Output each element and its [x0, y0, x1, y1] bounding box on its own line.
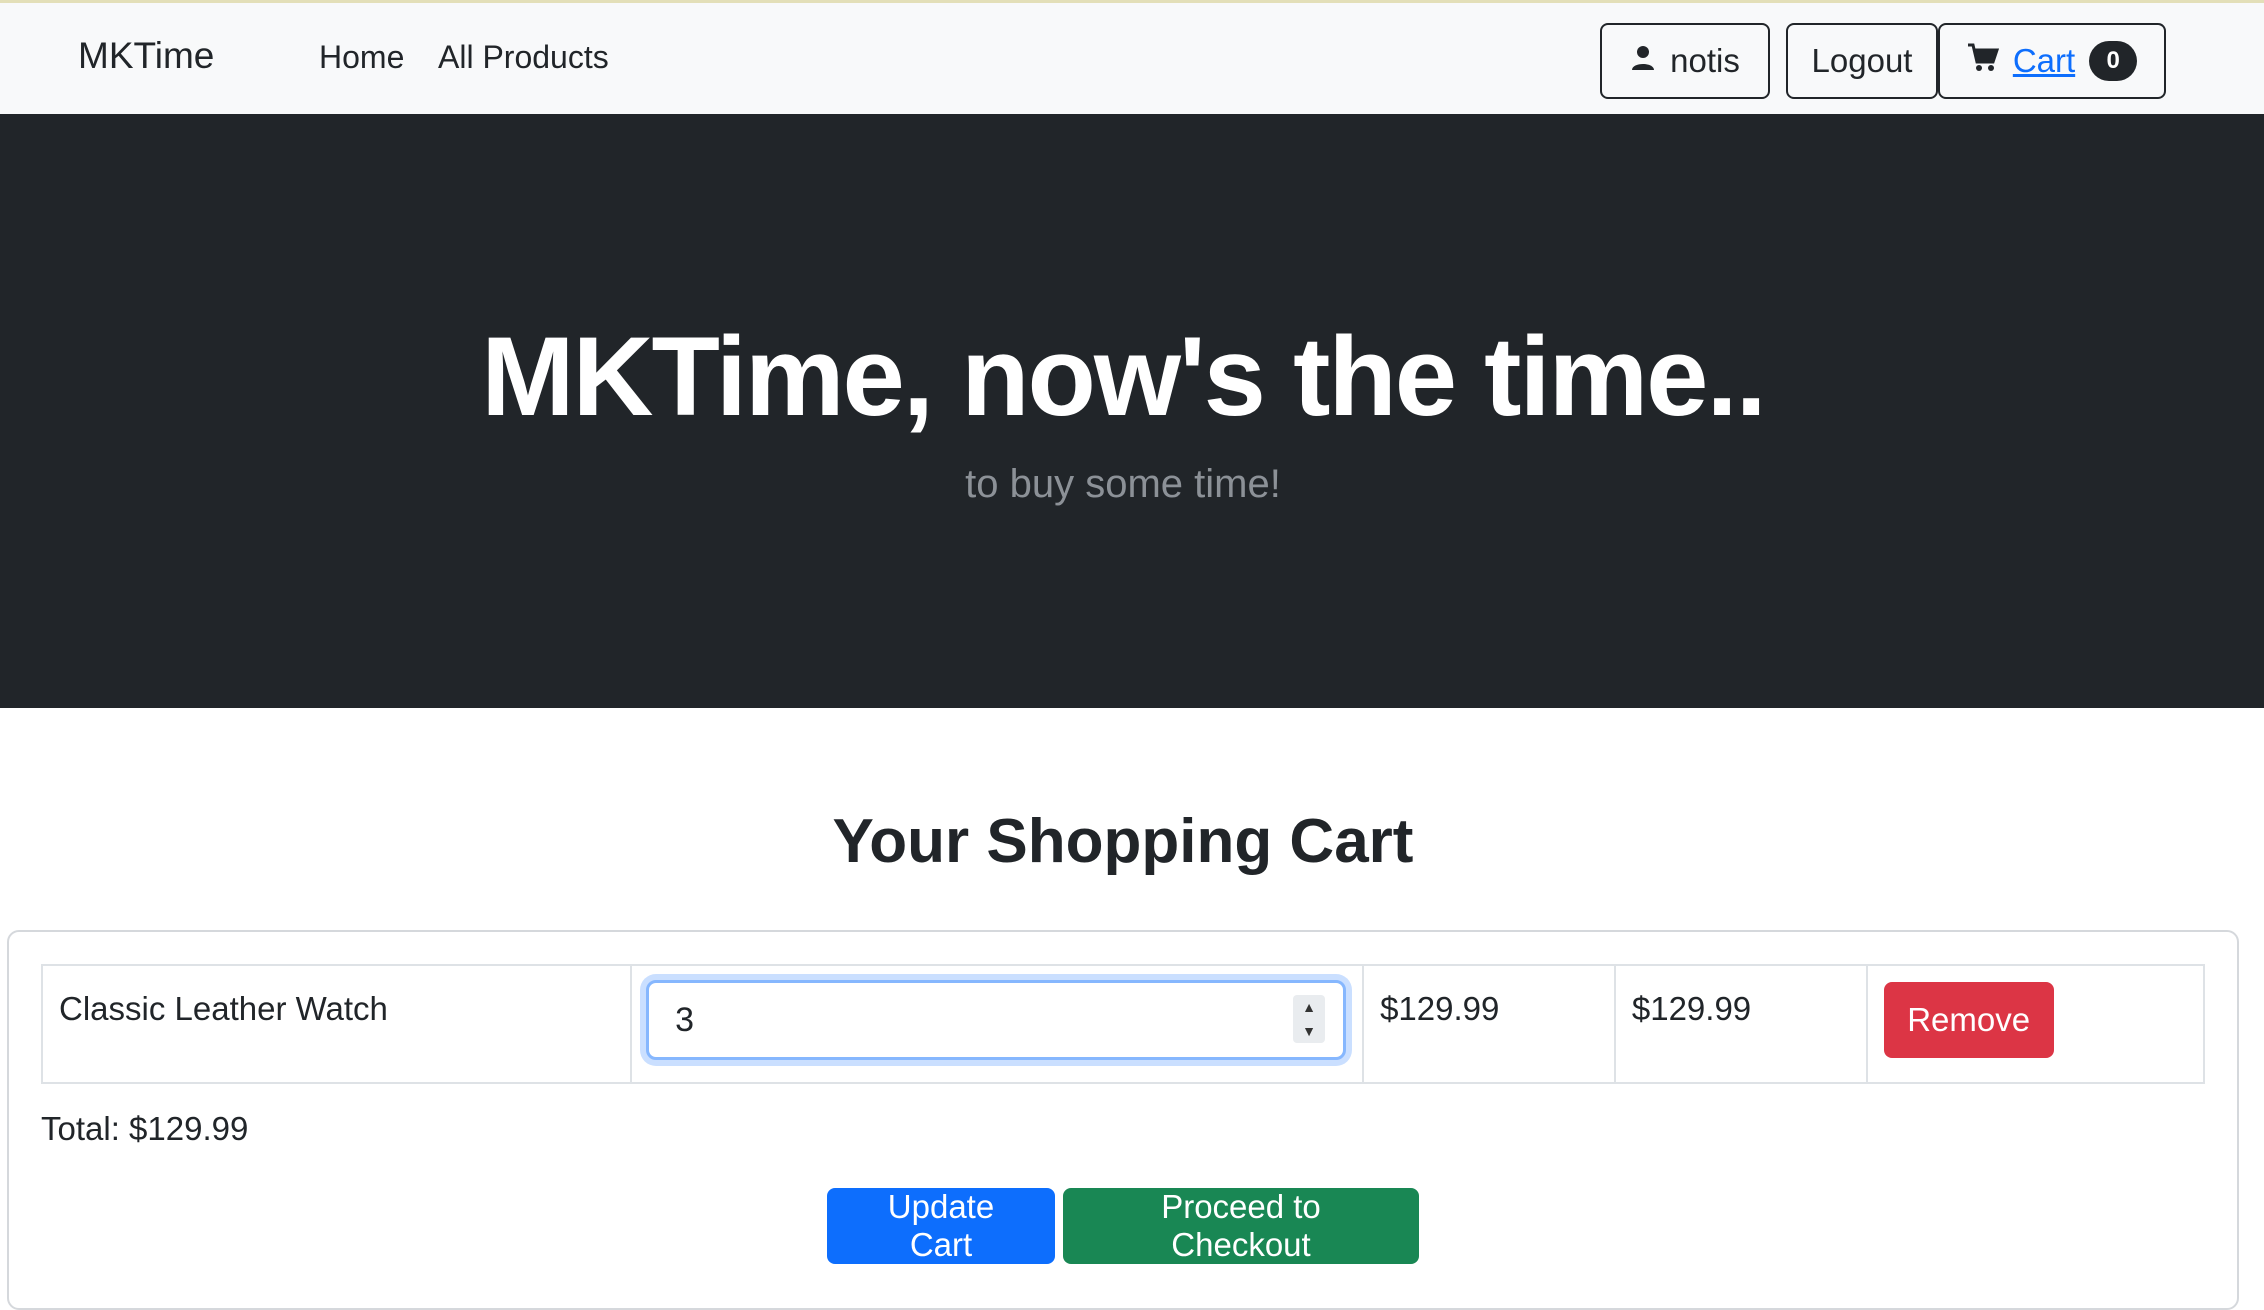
- update-cart-button[interactable]: Update Cart: [827, 1188, 1055, 1264]
- user-name: notis: [1670, 42, 1740, 79]
- table-row: Classic Leather Watch ▲ ▼ $129.99 $129.9…: [40, 964, 2206, 1084]
- hero-title: MKTime, now's the time..: [481, 314, 1766, 439]
- quantity-stepper[interactable]: ▲ ▼: [646, 980, 1347, 1060]
- nav-link-all-products[interactable]: All Products: [438, 39, 609, 76]
- cart-item-actions: Remove: [1865, 964, 2206, 1084]
- cart-count-badge: 0: [2089, 41, 2138, 81]
- cart-item-price: $129.99: [1362, 964, 1616, 1084]
- brand-logo[interactable]: MKTime: [78, 35, 214, 77]
- hero-banner: MKTime, now's the time.. to buy some tim…: [0, 114, 2264, 708]
- cart-link-label[interactable]: Cart: [2013, 42, 2075, 80]
- user-button[interactable]: notis: [1600, 23, 1770, 99]
- quantity-input[interactable]: [649, 983, 1290, 1057]
- cart-item-name: Classic Leather Watch: [40, 964, 633, 1084]
- cart-total: Total: $129.99: [41, 1110, 249, 1147]
- cart-table: Classic Leather Watch ▲ ▼ $129.99 $129.9…: [40, 964, 2206, 1084]
- page-title: Your Shopping Cart: [832, 807, 1414, 876]
- remove-button[interactable]: Remove: [1883, 982, 2054, 1058]
- user-icon: [1630, 42, 1656, 80]
- spinner-up-icon[interactable]: ▲: [1302, 999, 1316, 1015]
- cart-card: Classic Leather Watch ▲ ▼ $129.99 $129.9…: [7, 930, 2239, 1310]
- nav-link-home[interactable]: Home: [319, 39, 404, 76]
- spinner-down-icon[interactable]: ▼: [1302, 1023, 1316, 1039]
- checkout-button[interactable]: Proceed to Checkout: [1063, 1188, 1419, 1264]
- cart-item-subtotal: $129.99: [1613, 964, 1868, 1084]
- hero-subtitle: to buy some time!: [965, 462, 1281, 506]
- logout-button[interactable]: Logout: [1786, 23, 1938, 99]
- navbar: MKTime Home All Products notis Logout Ca…: [0, 0, 2264, 114]
- quantity-spinner[interactable]: ▲ ▼: [1293, 995, 1326, 1043]
- cart-button[interactable]: Cart 0: [1938, 23, 2166, 99]
- cart-icon: [1967, 42, 1999, 80]
- cart-item-quantity-cell: ▲ ▼: [630, 964, 1365, 1084]
